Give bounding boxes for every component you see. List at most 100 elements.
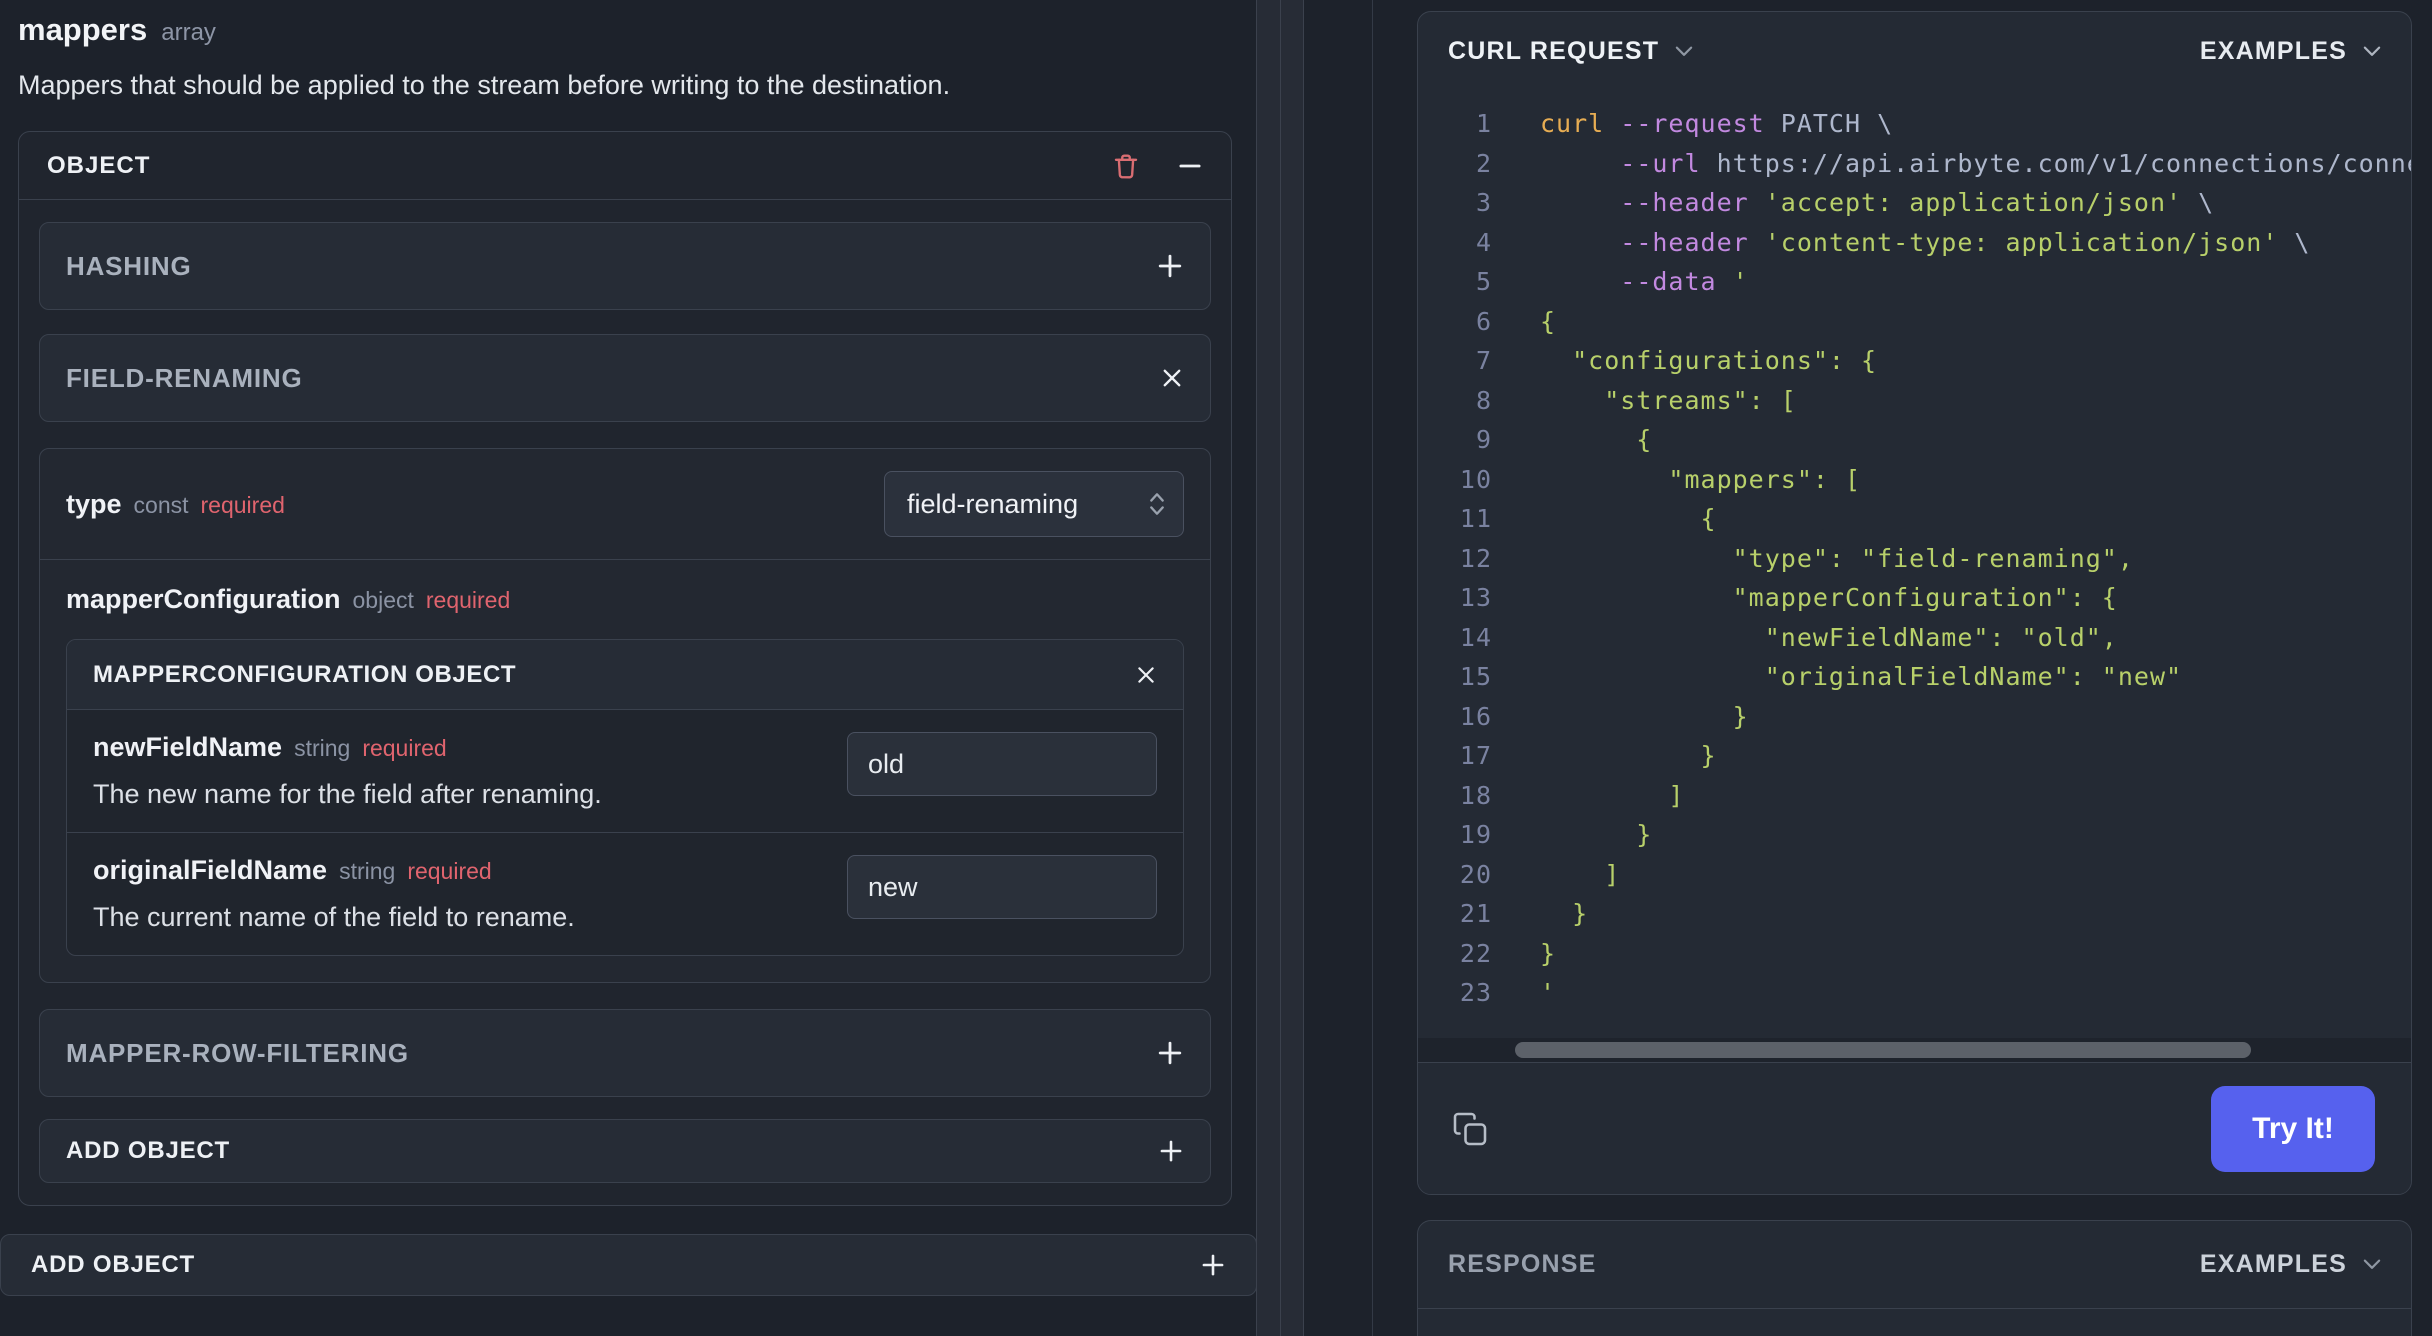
section-field-renaming-label: FIELD-RENAMING <box>66 362 303 393</box>
code-text: ' <box>1540 978 1557 1007</box>
section-hashing[interactable]: HASHING <box>39 222 1211 310</box>
column-divider-gutter <box>1256 0 1304 1336</box>
line-number: 16 <box>1459 701 1492 731</box>
originalFieldName-row: originalFieldName string required The cu… <box>67 833 1183 955</box>
try-it-button[interactable]: Try It! <box>2211 1085 2375 1172</box>
originalFieldName-input[interactable] <box>847 855 1157 919</box>
code-line: 17 } <box>1418 736 2411 776</box>
collapse-minus-icon[interactable] <box>1177 153 1203 179</box>
expand-plus-icon[interactable] <box>1156 252 1184 280</box>
request-examples-dropdown[interactable]: EXAMPLES <box>2200 37 2381 66</box>
add-object-label: ADD OBJECT <box>66 1137 231 1164</box>
code-line: 21 } <box>1418 894 2411 934</box>
field-name: newFieldName <box>93 732 283 762</box>
add-object-button-outer[interactable]: ADD OBJECT <box>0 1234 1257 1296</box>
section-field-renaming[interactable]: FIELD-RENAMING <box>39 334 1211 422</box>
trash-icon[interactable] <box>1111 151 1141 181</box>
horizontal-scrollbar-thumb[interactable] <box>1515 1042 2251 1058</box>
line-number: 18 <box>1459 780 1492 810</box>
code-line: 9 { <box>1418 420 2411 460</box>
response-panel: RESPONSE EXAMPLES <box>1417 1220 2412 1336</box>
code-text: ] <box>1540 780 1685 810</box>
add-object-label: ADD OBJECT <box>31 1251 196 1278</box>
line-number: 17 <box>1459 741 1492 770</box>
object-card-body: HASHING FIELD-RENAMING type const requir… <box>19 200 1231 1205</box>
code-line: 3 --header 'accept: application/json' \ <box>1418 183 2411 223</box>
code-text: --data ' <box>1620 267 1749 296</box>
curl-request-footer: Try It! <box>1418 1062 2411 1194</box>
plus-icon <box>1160 1140 1182 1162</box>
code-text: } <box>1540 820 1653 849</box>
line-number: 11 <box>1459 504 1492 533</box>
horizontal-scrollbar-track[interactable] <box>1418 1038 2411 1062</box>
line-number: 21 <box>1459 899 1492 928</box>
copy-icon[interactable] <box>1452 1111 1488 1147</box>
object-card-header[interactable]: OBJECT <box>19 132 1231 200</box>
property-type-badge: array <box>161 19 216 46</box>
required-badge: required <box>200 491 285 518</box>
field-kind: string <box>294 735 351 761</box>
curl-request-panel: CURL REQUEST EXAMPLES 1 curl --request PA… <box>1417 11 2412 1195</box>
code-editor[interactable]: 1 curl --request PATCH \ 2 --url https://a… <box>1418 90 2411 1062</box>
required-badge: required <box>362 735 447 761</box>
field-name: type <box>66 488 122 519</box>
newFieldName-row: newFieldName string required The new nam… <box>67 710 1183 832</box>
code-text: "mappers": [ <box>1540 464 1862 494</box>
code-line: 6{ <box>1418 302 2411 342</box>
mappers-heading: mappers array <box>18 12 1232 48</box>
mapper-configuration-card-header: MAPPERCONFIGURATION OBJECT <box>67 640 1183 710</box>
line-number: 1 <box>1475 109 1492 138</box>
line-number: 9 <box>1475 425 1492 454</box>
code-text: { <box>1540 504 1717 533</box>
code-text: curl --request PATCH \ <box>1540 109 1894 138</box>
field-name: mapperConfiguration <box>66 584 341 614</box>
type-field-row: type const required field-renaming <box>40 449 1210 559</box>
code-panel-column: CURL REQUEST EXAMPLES 1 curl --request PA… <box>1304 0 2432 1336</box>
close-x-icon[interactable] <box>1135 664 1157 686</box>
mapper-configuration-row: mapperConfiguration object required MAPP… <box>40 560 1210 982</box>
line-number: 5 <box>1475 267 1492 296</box>
line-number: 4 <box>1475 227 1492 257</box>
object-card-title: OBJECT <box>47 151 151 179</box>
chevron-down-icon <box>2363 46 2381 56</box>
code-text: "mapperConfiguration": { <box>1540 583 2118 612</box>
add-object-button-inner[interactable]: ADD OBJECT <box>39 1119 1211 1183</box>
field-kind: const <box>133 491 189 518</box>
response-examples-dropdown[interactable]: EXAMPLES <box>2200 1250 2381 1279</box>
curl-request-dropdown[interactable]: CURL REQUEST <box>1448 37 1693 66</box>
code-lines: 1 curl --request PATCH \ 2 --url https://a… <box>1418 104 2411 1013</box>
code-line: 15 "originalFieldName": "new" <box>1418 657 2411 697</box>
mapper-configuration-card-title: MAPPERCONFIGURATION OBJECT <box>93 660 517 688</box>
plus-icon <box>1202 1254 1224 1276</box>
code-line: 10 "mappers": [ <box>1418 460 2411 500</box>
line-number: 14 <box>1459 622 1492 652</box>
line-number: 13 <box>1459 583 1492 612</box>
type-select[interactable]: field-renaming <box>884 471 1184 537</box>
examples-label: EXAMPLES <box>2199 1250 2347 1278</box>
code-line: 2 --url https://api.airbyte.com/v1/conne… <box>1418 144 2411 184</box>
code-line: 22} <box>1418 934 2411 974</box>
line-number: 2 <box>1475 148 1492 178</box>
close-x-icon[interactable] <box>1160 366 1184 390</box>
line-number: 7 <box>1475 346 1492 375</box>
code-line: 16 } <box>1418 697 2411 737</box>
api-docs-page: mappers array Mappers that should be app… <box>0 0 2432 1336</box>
select-stepper-icon <box>1150 493 1164 515</box>
line-number: 10 <box>1459 464 1492 494</box>
expand-plus-icon[interactable] <box>1156 1039 1184 1067</box>
field-description: The new name for the field after renamin… <box>93 779 602 809</box>
field-renaming-body-card: type const required field-renaming mappe… <box>39 448 1211 983</box>
code-line: 13 "mapperConfiguration": { <box>1418 578 2411 618</box>
code-line: 19 } <box>1418 815 2411 855</box>
curl-request-header: CURL REQUEST EXAMPLES <box>1418 12 2411 90</box>
section-mapper-row-filtering[interactable]: MAPPER-ROW-FILTERING <box>39 1009 1211 1097</box>
newFieldName-input[interactable] <box>847 732 1157 796</box>
code-line: 12 "type": "field-renaming", <box>1418 539 2411 579</box>
code-text: --url https://api.airbyte.com/v1/connect… <box>1620 148 2411 178</box>
schema-panel: mappers array Mappers that should be app… <box>0 0 1257 1336</box>
property-description: Mappers that should be applied to the st… <box>18 70 951 100</box>
code-text: "streams": [ <box>1540 385 1797 415</box>
section-hashing-label: HASHING <box>66 250 192 281</box>
examples-label: EXAMPLES <box>2199 36 2347 65</box>
required-badge: required <box>425 587 511 613</box>
